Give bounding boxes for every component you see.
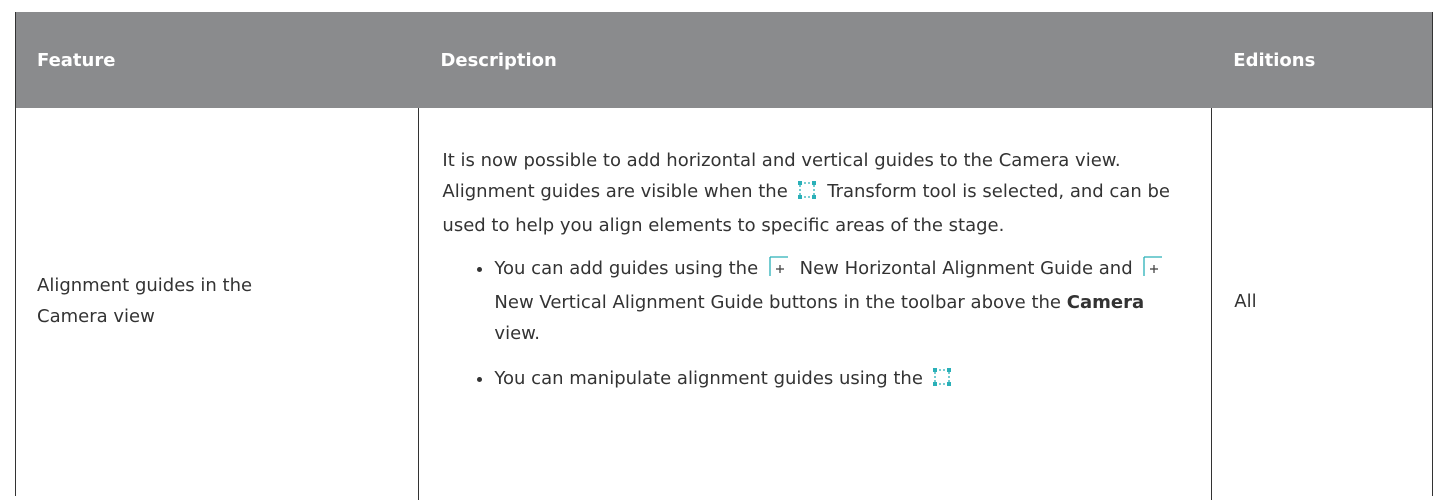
header-feature: Feature: [37, 49, 116, 71]
header-description: Description: [440, 49, 557, 71]
list-item-text: You can manipulate alignment guides usin…: [494, 368, 923, 389]
transform-tool-icon: [797, 179, 817, 210]
table-header: Feature Description Editions: [16, 12, 1432, 108]
list-item: You can add guides using the New Horizon…: [494, 253, 1183, 349]
list-item-text: You can add guides using the: [494, 258, 759, 279]
editions-cell: All: [1211, 108, 1432, 500]
description-list: You can add guides using the New Horizon…: [442, 253, 1183, 397]
editions-value: All: [1234, 290, 1257, 312]
new-vertical-alignment-guide-icon: [1141, 255, 1163, 287]
description-intro: It is now possible to add horizontal and…: [442, 145, 1183, 241]
release-notes-table: Feature Description Editions Alignment g…: [15, 12, 1433, 500]
camera-bold-text: Camera: [1066, 292, 1145, 313]
list-item-text: view.: [494, 323, 540, 344]
header-editions: Editions: [1233, 49, 1316, 71]
list-item-text: New Vertical Alignment Guide buttons in …: [494, 292, 1062, 313]
feature-cell: Alignment guides in the Camera view: [16, 108, 418, 500]
new-horizontal-alignment-guide-icon: [767, 255, 789, 287]
list-item-text: New Horizontal Alignment Guide and: [799, 258, 1133, 279]
description-cell: It is now possible to add horizontal and…: [418, 108, 1211, 500]
table-row: Alignment guides in the Camera view It i…: [16, 108, 1432, 500]
transform-tool-icon: [932, 366, 952, 397]
feature-name: Alignment guides in the Camera view: [37, 275, 253, 327]
list-item: You can manipulate alignment guides usin…: [494, 363, 1183, 397]
